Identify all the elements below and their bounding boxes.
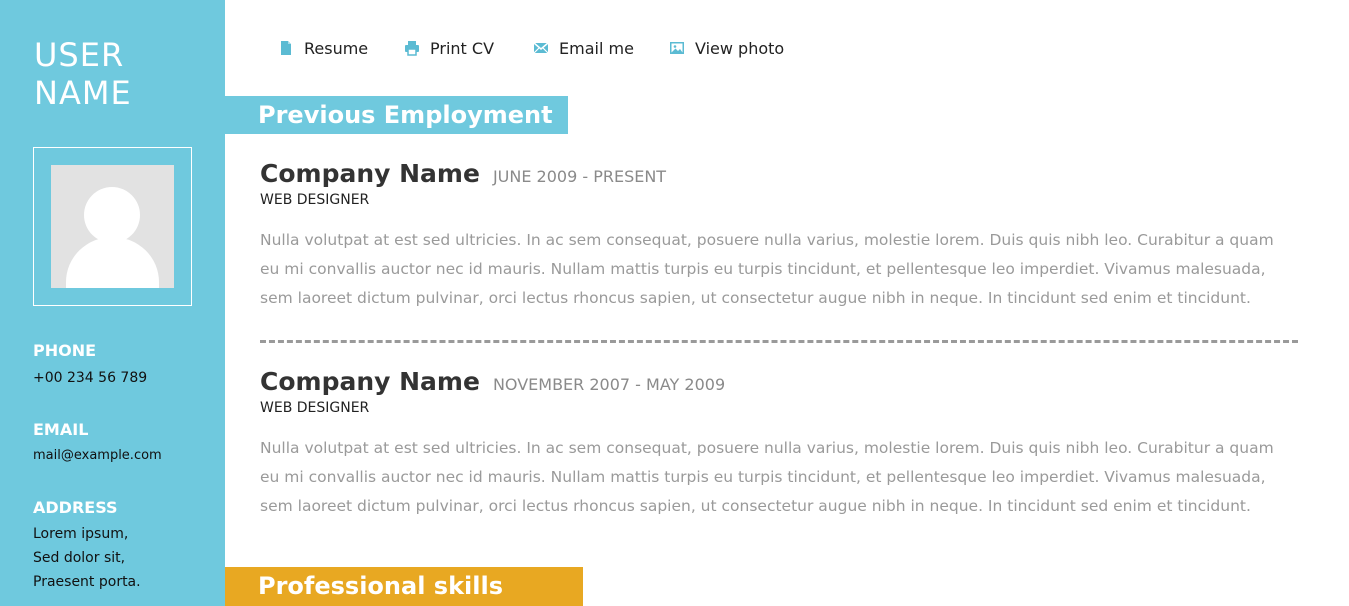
user-name-line1: USER (34, 36, 125, 74)
job-entry: Company Name NOVEMBER 2007 - MAY 2009 WE… (260, 367, 1300, 521)
printer-icon (404, 40, 420, 56)
avatar-placeholder-icon (51, 165, 174, 288)
email-label: EMAIL (33, 420, 89, 439)
avatar-frame (33, 147, 192, 306)
image-icon (669, 40, 685, 56)
address-label: ADDRESS (33, 498, 118, 517)
sidebar: USER NAME PHONE +00 234 56 789 EMAIL mai… (0, 0, 225, 606)
skills-section-header: Professional skills (225, 567, 583, 606)
nav-resume-label: Resume (304, 38, 369, 58)
job-entry: Company Name JUNE 2009 - PRESENT WEB DES… (260, 159, 1300, 313)
nav-email-label: Email me (559, 38, 634, 58)
address-line1: Lorem ipsum, (33, 526, 129, 542)
job-dates: NOVEMBER 2007 - MAY 2009 (492, 375, 726, 394)
nav-print-link[interactable]: Print CV (404, 37, 494, 59)
job-dates: JUNE 2009 - PRESENT (492, 167, 667, 186)
nav-photo-label: View photo (695, 38, 785, 58)
email-value[interactable]: mail@example.com (33, 444, 162, 468)
job-divider (260, 340, 1298, 343)
phone-value: +00 234 56 789 (33, 370, 148, 386)
job-description: Nulla volutpat at est sed ultricies. In … (260, 231, 1274, 307)
nav-photo-link[interactable]: View photo (669, 37, 784, 59)
envelope-icon (533, 40, 549, 56)
nav-email-link[interactable]: Email me (533, 37, 634, 59)
job-description: Nulla volutpat at est sed ultricies. In … (260, 439, 1274, 515)
job-role: WEB DESIGNER (260, 192, 370, 208)
nav-print-label: Print CV (430, 38, 495, 58)
phone-label: PHONE (33, 341, 97, 360)
address-line2: Sed dolor sit, (33, 550, 126, 566)
company-name: Company Name (260, 159, 480, 188)
address-line3: Praesent porta. (33, 574, 141, 590)
user-name: USER NAME (34, 36, 214, 112)
employment-section-header: Previous Employment (225, 96, 568, 134)
document-icon (278, 40, 294, 56)
nav-resume-link[interactable]: Resume (278, 37, 368, 59)
job-role: WEB DESIGNER (260, 400, 370, 416)
company-name: Company Name (260, 367, 480, 396)
user-name-line2: NAME (34, 74, 132, 112)
